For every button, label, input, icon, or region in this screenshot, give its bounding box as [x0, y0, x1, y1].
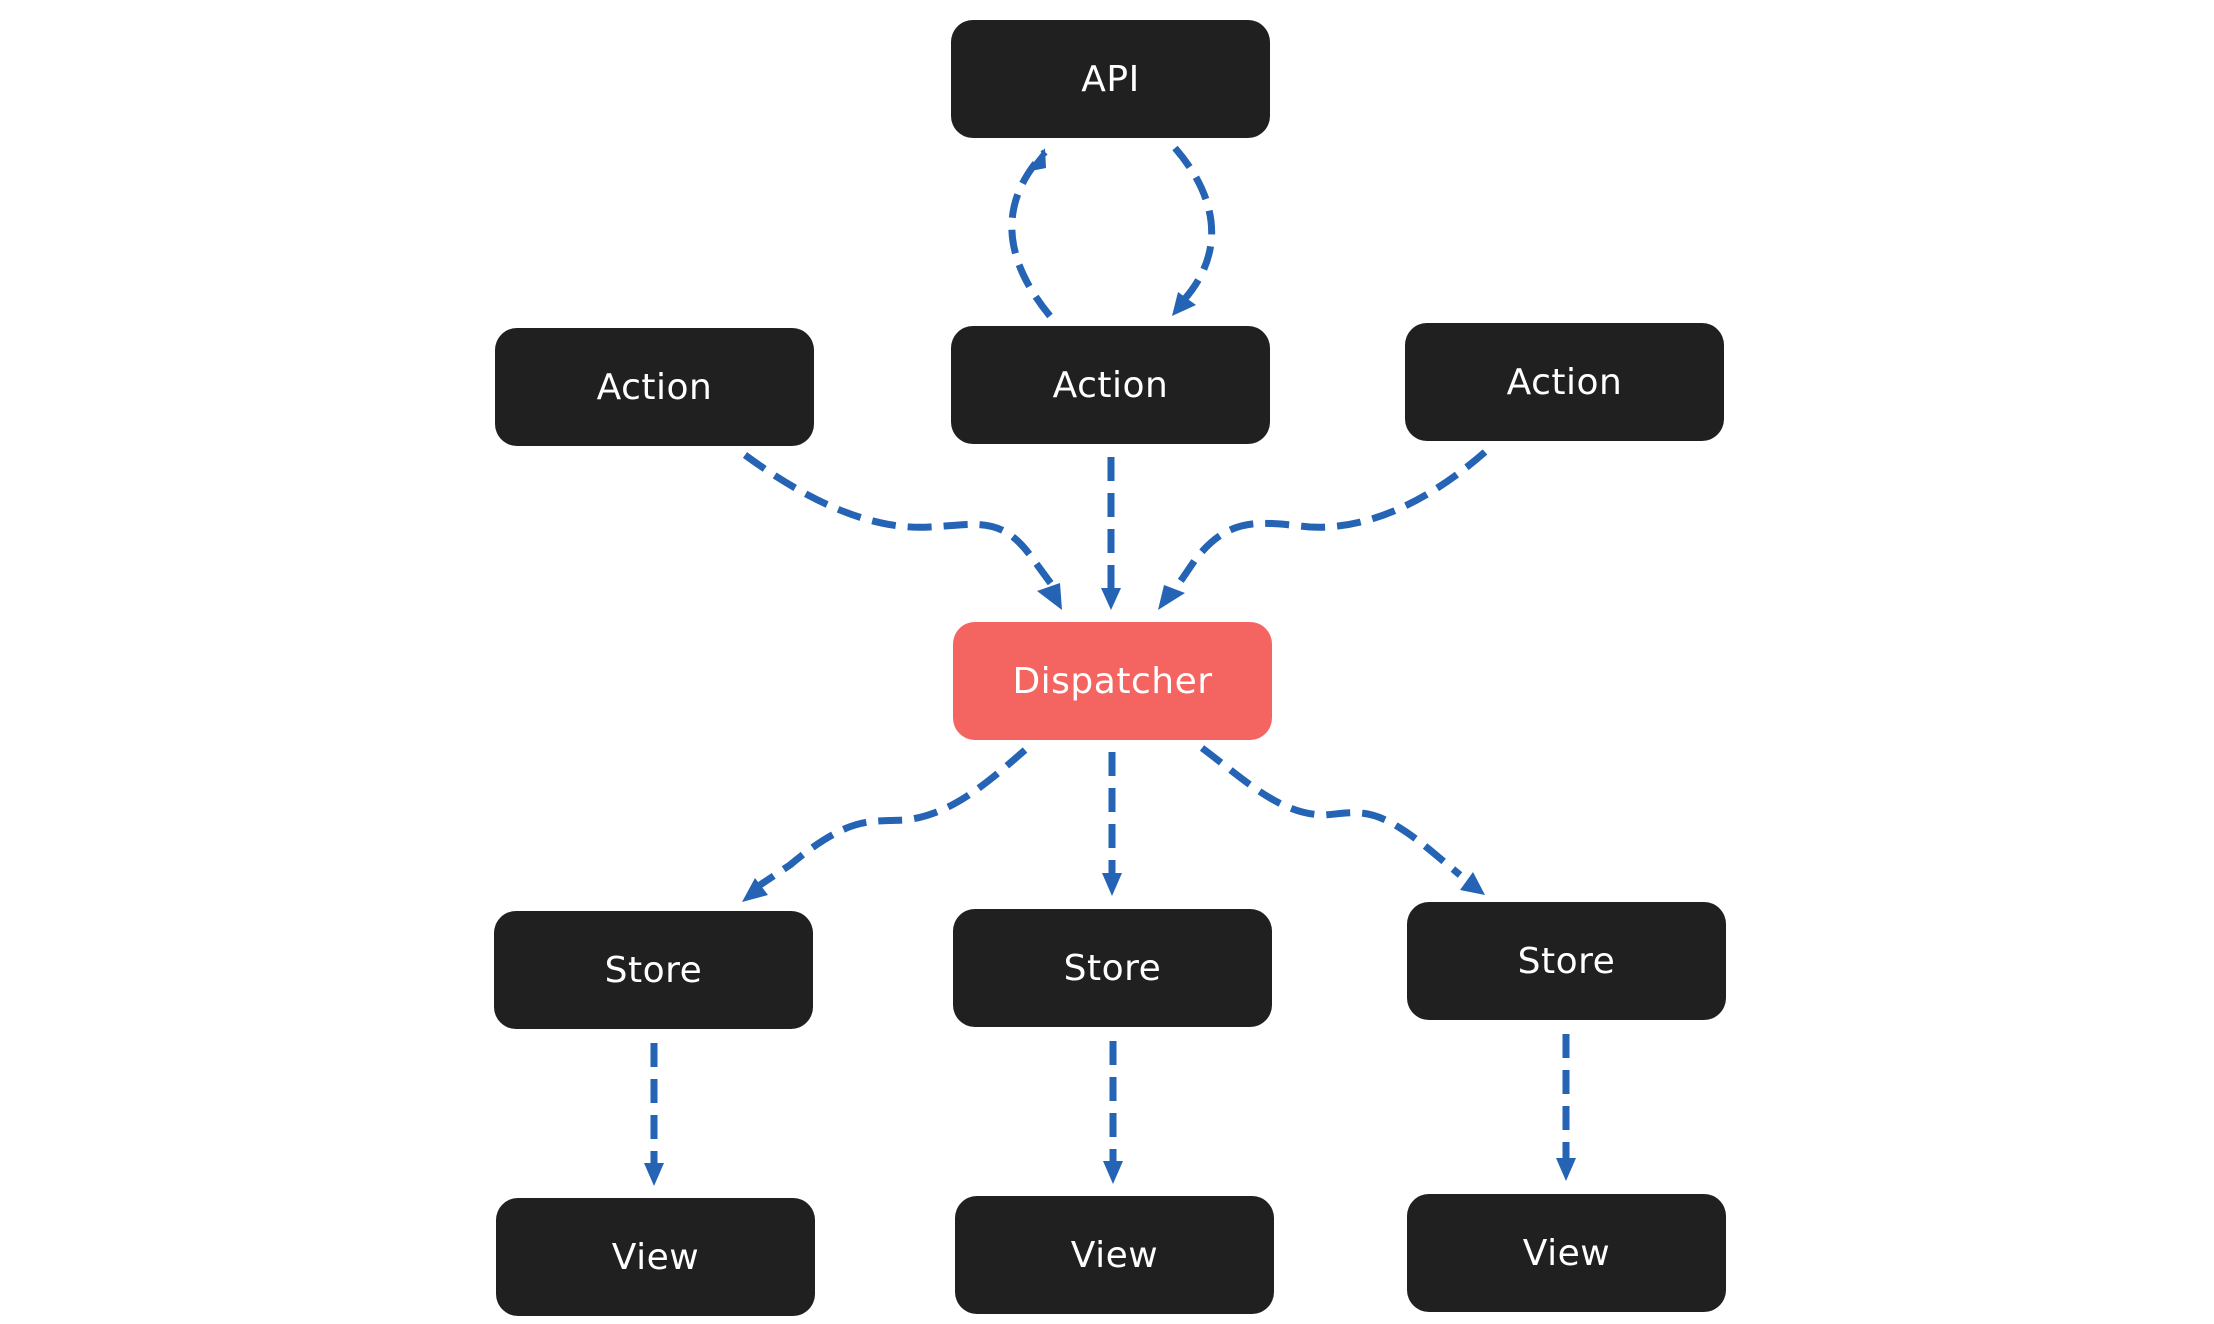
node-dispatcher[interactable]: Dispatcher [953, 622, 1272, 740]
node-label: Action [1506, 361, 1623, 403]
node-label: API [1081, 58, 1140, 100]
node-label: Store [1063, 947, 1162, 989]
node-label: Action [596, 366, 713, 408]
node-label: Store [1517, 940, 1616, 982]
arrowhead-icon [1101, 588, 1121, 610]
node-view-left[interactable]: View [496, 1198, 815, 1316]
node-api[interactable]: API [951, 20, 1270, 138]
arrowhead-icon [644, 1163, 664, 1186]
node-label: View [611, 1236, 700, 1278]
node-action-right[interactable]: Action [1405, 323, 1724, 441]
edge-dispatcher-to-store-left [758, 747, 1028, 888]
node-store-middle[interactable]: Store [953, 909, 1272, 1027]
arrowhead-icon [1158, 585, 1185, 610]
arrowhead-icon [1037, 583, 1062, 610]
node-store-left[interactable]: Store [494, 911, 813, 1029]
node-view-right[interactable]: View [1407, 1194, 1726, 1312]
node-view-middle[interactable]: View [955, 1196, 1274, 1314]
node-label: Dispatcher [1012, 660, 1213, 702]
node-label: Store [604, 949, 703, 991]
edge-action-middle-to-api [1008, 149, 1053, 319]
edge-action-right-to-dispatcher [1175, 449, 1488, 587]
node-action-left[interactable]: Action [495, 328, 814, 446]
arrowhead-icon [1460, 872, 1485, 895]
node-action-middle[interactable]: Action [951, 326, 1270, 444]
node-label: View [1522, 1232, 1611, 1274]
arrowhead-icon [1556, 1158, 1576, 1181]
arrowhead-icon [1026, 148, 1046, 172]
edge-dispatcher-to-store-right [1199, 745, 1463, 878]
node-label: Action [1052, 364, 1169, 406]
edge-action-left-to-dispatcher [742, 452, 1055, 588]
flux-diagram: API Action Action Action Dispatcher Stor… [0, 0, 2214, 1324]
arrowhead-icon [1103, 1161, 1123, 1184]
edge-api-to-action-middle [1172, 145, 1215, 305]
arrowhead-icon [1102, 873, 1122, 896]
node-label: View [1070, 1234, 1159, 1276]
node-store-right[interactable]: Store [1407, 902, 1726, 1020]
